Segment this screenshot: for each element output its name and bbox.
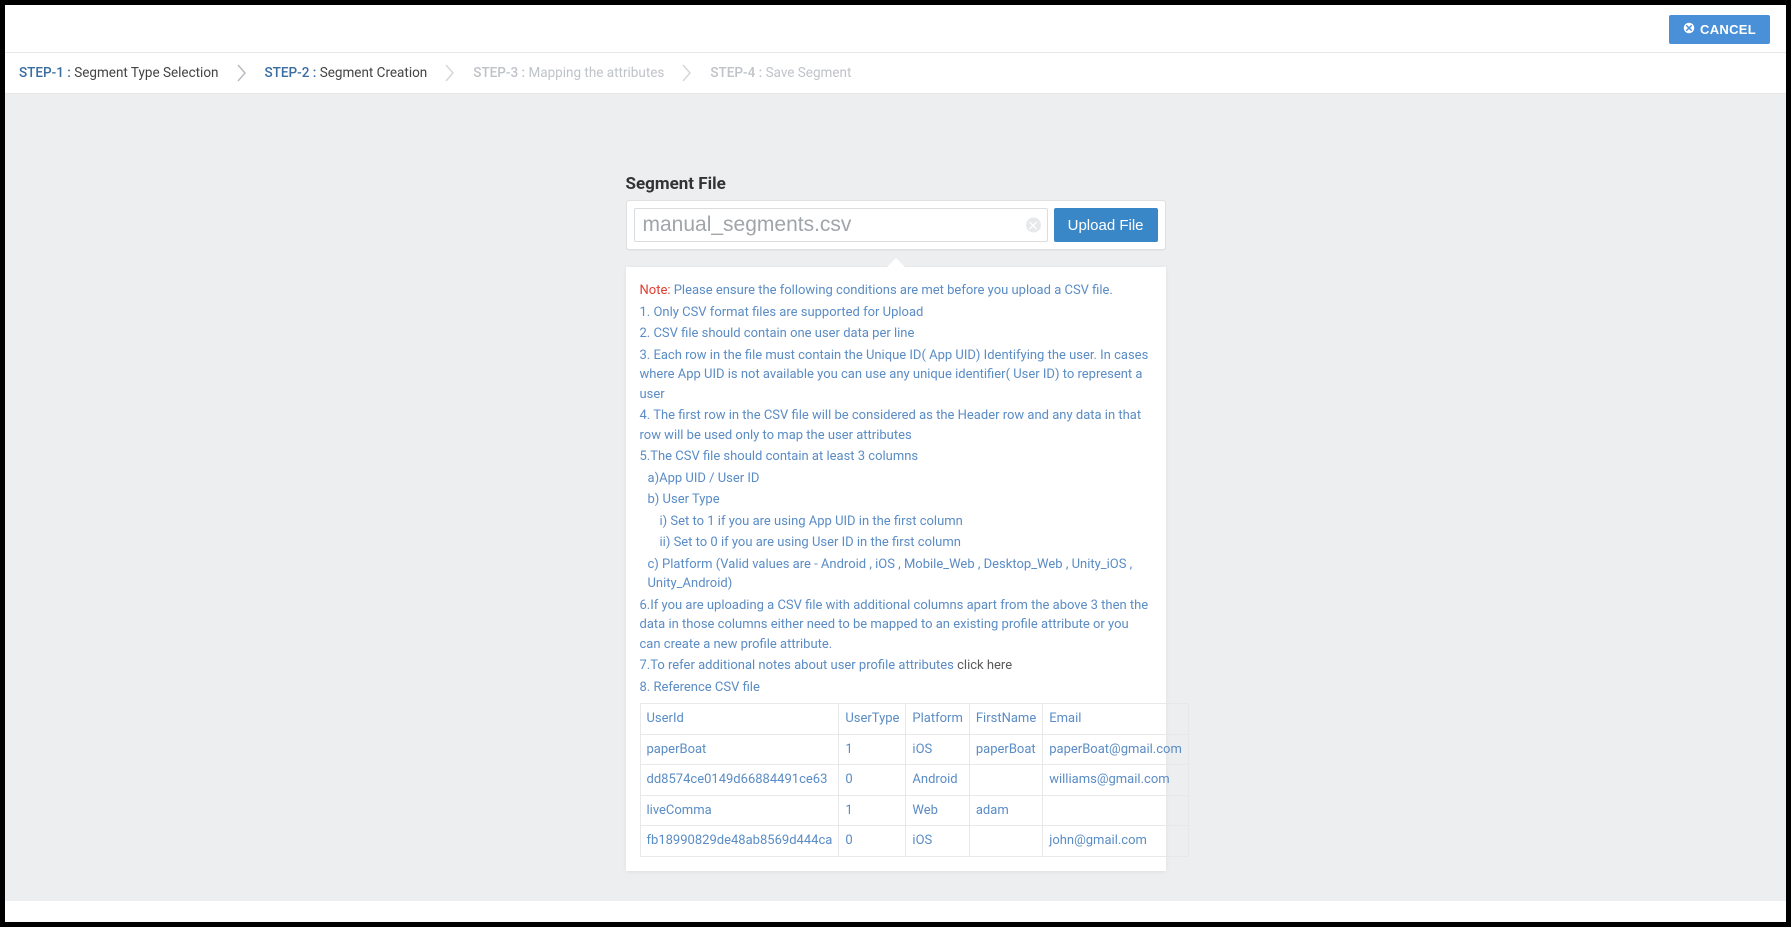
table-header-row: UserId UserType Platform FirstName Email	[640, 704, 1188, 735]
section-title: Segment File	[626, 174, 1166, 194]
table-cell: paperBoat	[969, 734, 1042, 765]
file-input-wrap	[634, 208, 1048, 242]
note-line: 1. Only CSV format files are supported f…	[640, 303, 1152, 323]
upload-file-button[interactable]: Upload File	[1054, 208, 1158, 242]
note-subline: a)App UID / User ID	[640, 469, 1152, 489]
cancel-icon	[1683, 22, 1695, 37]
note-line: 2. CSV file should contain one user data…	[640, 324, 1152, 344]
table-cell: 0	[839, 765, 906, 796]
pointer-icon	[886, 258, 906, 268]
reference-table: UserId UserType Platform FirstName Email…	[640, 703, 1189, 857]
note-line: 3. Each row in the file must contain the…	[640, 346, 1152, 405]
table-cell: Android	[906, 765, 969, 796]
table-cell: iOS	[906, 734, 969, 765]
step-4: STEP-4 : Save Segment	[704, 63, 857, 83]
table-cell: Web	[906, 795, 969, 826]
note-line: 4. The first row in the CSV file will be…	[640, 406, 1152, 445]
note-line: 6.If you are uploading a CSV file with a…	[640, 596, 1152, 655]
table-cell: 1	[839, 734, 906, 765]
table-row: dd8574ce0149d66884491ce630Android william…	[640, 765, 1188, 796]
table-cell	[1043, 795, 1189, 826]
chevron-right-icon	[682, 64, 692, 82]
table-cell: 0	[839, 826, 906, 857]
table-cell: liveComma	[640, 795, 839, 826]
step-3: STEP-3 : Mapping the attributes	[467, 63, 670, 83]
file-name-input[interactable]	[643, 209, 1019, 241]
note-intro: Please ensure the following conditions a…	[670, 283, 1112, 298]
table-cell: dd8574ce0149d66884491ce63	[640, 765, 839, 796]
col-userid: UserId	[640, 704, 839, 735]
table-cell: adam	[969, 795, 1042, 826]
note-subline: ii) Set to 0 if you are using User ID in…	[640, 533, 1152, 553]
col-usertype: UserType	[839, 704, 906, 735]
table-cell: fb18990829de48ab8569d444ca	[640, 826, 839, 857]
table-cell: john@gmail.com	[1043, 826, 1189, 857]
table-cell: williams@gmail.com	[1043, 765, 1189, 796]
wizard-steps: STEP-1 : Segment Type Selection STEP-2 :…	[5, 53, 1786, 94]
main-area: Segment File Upload File Note: Please en…	[5, 94, 1786, 901]
col-firstname: FirstName	[969, 704, 1042, 735]
note-subline: i) Set to 1 if you are using App UID in …	[640, 512, 1152, 532]
note-line: 7.To refer additional notes about user p…	[640, 656, 1152, 676]
chevron-right-icon	[445, 64, 455, 82]
table-row: liveComma1Webadam	[640, 795, 1188, 826]
notes-card: Note: Please ensure the following condit…	[626, 267, 1166, 871]
table-row: fb18990829de48ab8569d444ca0iOS john@gmail…	[640, 826, 1188, 857]
clear-icon[interactable]	[1026, 218, 1041, 233]
col-platform: Platform	[906, 704, 969, 735]
upload-card: Upload File	[626, 200, 1166, 250]
note-subline: b) User Type	[640, 490, 1152, 510]
col-email: Email	[1043, 704, 1189, 735]
cancel-label: CANCEL	[1700, 22, 1756, 37]
table-row: paperBoat1iOSpaperBoatpaperBoat@gmail.co…	[640, 734, 1188, 765]
table-cell	[969, 826, 1042, 857]
table-cell: iOS	[906, 826, 969, 857]
table-cell: 1	[839, 795, 906, 826]
note-line: 5.The CSV file should contain at least 3…	[640, 447, 1152, 467]
chevron-right-icon	[237, 64, 247, 82]
cancel-button[interactable]: CANCEL	[1669, 15, 1770, 44]
top-bar: CANCEL	[5, 5, 1786, 53]
click-here-link[interactable]: click here	[957, 658, 1012, 673]
note-subline: c) Platform (Valid values are - Android …	[640, 555, 1152, 594]
table-cell: paperBoat	[640, 734, 839, 765]
step-2[interactable]: STEP-2 : Segment Creation	[259, 63, 434, 83]
table-cell	[969, 765, 1042, 796]
note-line: 8. Reference CSV file	[640, 678, 1152, 698]
step-1[interactable]: STEP-1 : Segment Type Selection	[13, 63, 225, 83]
note-prefix: Note:	[640, 283, 671, 298]
table-cell: paperBoat@gmail.com	[1043, 734, 1189, 765]
